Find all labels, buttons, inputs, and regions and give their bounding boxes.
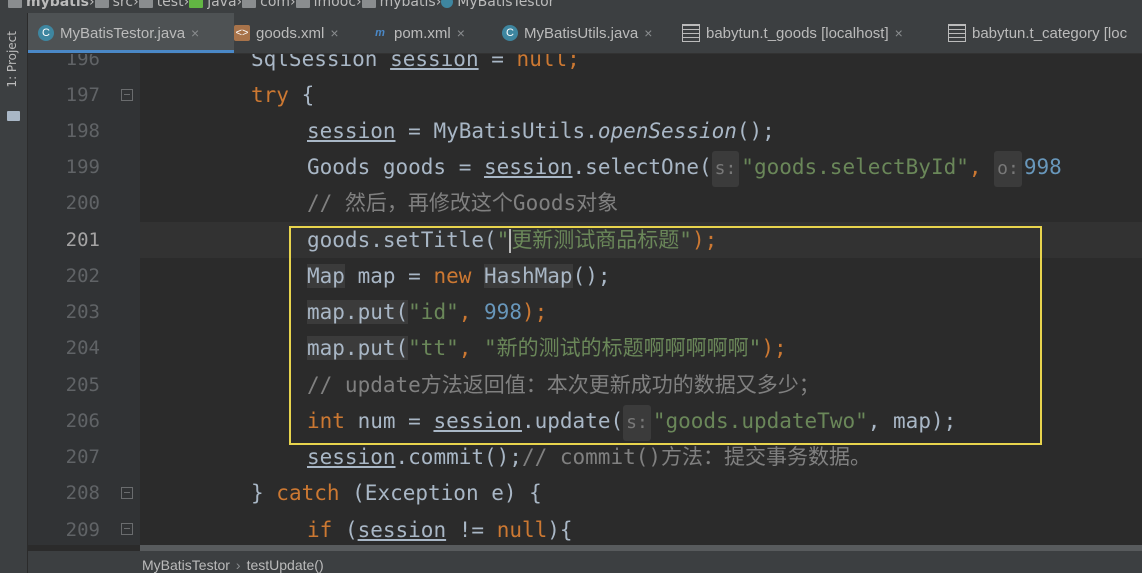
line-number: 209 xyxy=(65,519,100,541)
code-line-197: try { xyxy=(251,83,315,107)
line-number: 196 xyxy=(65,54,100,70)
package-icon xyxy=(361,0,376,8)
tab-pom-xml[interactable]: m pom.xml × xyxy=(372,13,465,53)
nav-crumb-imooc[interactable]: imooc xyxy=(295,0,356,10)
nav-crumb-java[interactable]: java xyxy=(189,0,237,10)
editor-breadcrumb-bar: MyBatisTestor › testUpdate() xyxy=(28,551,1142,573)
nav-crumb-com[interactable]: com xyxy=(242,0,290,10)
param-hint: o: xyxy=(994,151,1022,187)
nav-crumb-mybatis[interactable]: mybatis xyxy=(361,0,436,10)
fold-toggle-icon[interactable] xyxy=(121,523,133,535)
line-number: 200 xyxy=(65,192,100,214)
status-crumb-class[interactable]: MyBatisTestor xyxy=(142,557,230,573)
tab-mybatisutils[interactable]: C MyBatisUtils.java × xyxy=(502,13,652,53)
code-line-198: session = MyBatisUtils.openSession(); xyxy=(307,119,775,143)
close-icon[interactable]: × xyxy=(895,25,903,41)
param-hint: s: xyxy=(711,151,740,187)
nav-crumb-class[interactable]: MyBatisTestor xyxy=(441,0,554,10)
tab-goods-xml[interactable]: <> goods.xml × xyxy=(234,13,339,53)
folder-icon xyxy=(8,0,22,8)
maven-icon: m xyxy=(375,27,385,39)
package-icon xyxy=(295,0,310,8)
chevron-right-icon: › xyxy=(235,557,241,573)
close-icon[interactable]: × xyxy=(330,25,338,41)
code-line-199: Goods goods = session.selectOne(s: "goods… xyxy=(307,149,1062,187)
table-icon xyxy=(682,24,700,42)
package-icon xyxy=(242,0,257,8)
tab-mybatistestor[interactable]: C MyBatisTestor.java × xyxy=(28,13,234,53)
line-number-gutter[interactable]: 196 197 198 199 200 201 202 203 204 205 … xyxy=(28,54,140,545)
project-tool-button[interactable]: 1: Project xyxy=(5,31,19,88)
xml-file-icon: <> xyxy=(234,25,250,41)
test-root-folder-icon xyxy=(189,0,204,8)
line-number: 197 xyxy=(65,84,100,106)
tool-window-strip: 1: Project xyxy=(0,13,28,573)
line-number: 202 xyxy=(65,265,100,287)
close-icon[interactable]: × xyxy=(457,25,465,41)
nav-crumb-src[interactable]: src xyxy=(94,0,133,10)
close-icon[interactable]: × xyxy=(191,25,199,41)
code-line-209: if (session != null){ xyxy=(307,518,573,542)
table-icon xyxy=(948,24,966,42)
code-line-200: // 然后，再修改这个Goods对象 xyxy=(307,191,619,215)
tab-t-goods[interactable]: babytun.t_goods [localhost] × xyxy=(682,13,903,53)
status-crumb-method[interactable]: testUpdate() xyxy=(247,557,324,573)
line-number-current: 201 xyxy=(65,229,100,251)
close-icon[interactable]: × xyxy=(644,25,652,41)
line-number: 206 xyxy=(65,410,100,432)
highlight-annotation-box xyxy=(289,226,1042,445)
fold-toggle-icon[interactable] xyxy=(121,487,133,499)
folder-icon xyxy=(94,0,109,8)
tab-t-category[interactable]: babytun.t_category [loc xyxy=(948,13,1127,53)
editor-tabs: C MyBatisTestor.java × <> goods.xml × m pom.x… xyxy=(28,13,1142,54)
fold-toggle-icon[interactable] xyxy=(121,89,133,101)
line-number: 198 xyxy=(65,120,100,142)
nav-crumb-test[interactable]: test xyxy=(138,0,184,10)
java-class-icon xyxy=(441,0,454,8)
line-number: 207 xyxy=(65,446,100,468)
java-class-icon: C xyxy=(502,25,518,41)
folder-icon xyxy=(138,0,153,8)
line-number: 208 xyxy=(65,482,100,504)
navigation-bar: mybatis › src › test › java › com › imooc › my… xyxy=(0,0,1142,13)
code-line-196: SqlSession session = null; xyxy=(251,54,580,71)
nav-crumb-project[interactable]: mybatis xyxy=(8,0,89,10)
line-number: 199 xyxy=(65,156,100,178)
java-class-icon: C xyxy=(38,25,54,41)
line-number: 204 xyxy=(65,337,100,359)
line-number: 205 xyxy=(65,374,100,396)
line-number: 203 xyxy=(65,301,100,323)
project-folder-icon xyxy=(7,111,20,121)
code-line-208: } catch (Exception e) { xyxy=(251,481,542,505)
